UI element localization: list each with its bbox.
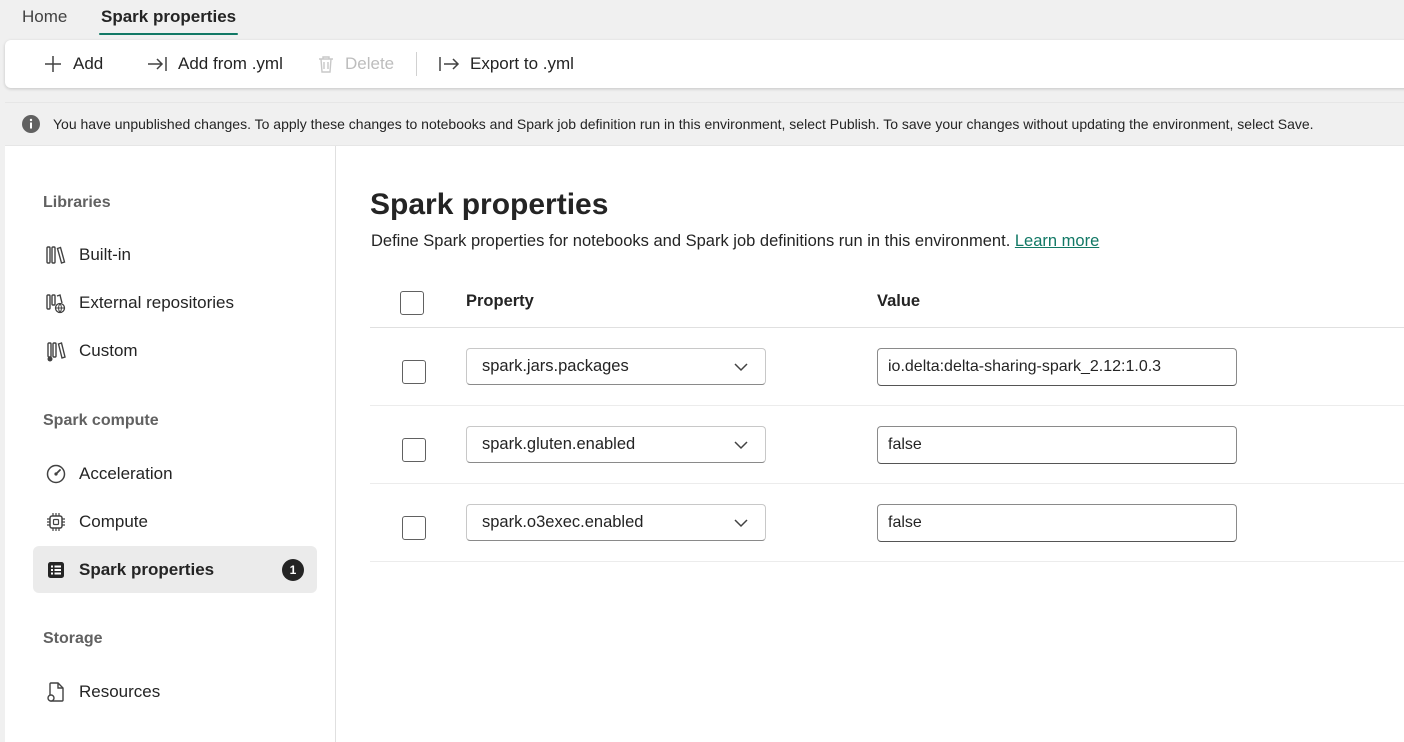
- table-row: spark.jars.packages: [370, 328, 1404, 406]
- property-dropdown[interactable]: spark.o3exec.enabled: [466, 504, 766, 541]
- property-dropdown-value: spark.jars.packages: [482, 357, 629, 375]
- property-dropdown[interactable]: spark.jars.packages: [466, 348, 766, 385]
- property-dropdown-value: spark.o3exec.enabled: [482, 513, 644, 531]
- column-header-property: Property: [466, 292, 534, 310]
- sidebar-item-compute[interactable]: Compute: [33, 498, 317, 545]
- property-dropdown[interactable]: spark.gluten.enabled: [466, 426, 766, 463]
- toolbar-divider: [416, 52, 417, 76]
- column-header-value: Value: [877, 292, 921, 310]
- sidebar-item-acceleration[interactable]: Acceleration: [33, 450, 317, 497]
- page-description: Define Spark properties for notebooks an…: [371, 232, 1099, 251]
- table-row: spark.gluten.enabled: [370, 406, 1404, 484]
- properties-table: Property Value spark.jars.packages spark…: [370, 274, 1404, 562]
- chevron-down-icon: [734, 363, 748, 372]
- value-input[interactable]: [877, 504, 1237, 542]
- delete-button-label: Delete: [345, 54, 395, 73]
- row-checkbox[interactable]: [402, 438, 426, 462]
- sidebar-item-label: Acceleration: [79, 463, 173, 483]
- page-title: Spark properties: [370, 188, 609, 221]
- sidebar-item-external-repositories[interactable]: External repositories: [33, 279, 317, 326]
- add-from-yml-button[interactable]: Add from .yml: [146, 40, 283, 88]
- row-checkbox[interactable]: [402, 360, 426, 384]
- learn-more-link[interactable]: Learn more: [1015, 232, 1099, 250]
- sidebar: Libraries Built-in External repositories…: [5, 146, 336, 742]
- row-checkbox[interactable]: [402, 516, 426, 540]
- table-row: spark.o3exec.enabled: [370, 484, 1404, 562]
- sidebar-item-label: Built-in: [79, 244, 131, 264]
- info-icon: [22, 115, 40, 133]
- select-all-checkbox[interactable]: [400, 291, 424, 315]
- sidebar-item-label: External repositories: [79, 292, 234, 312]
- sidebar-item-label: Resources: [79, 681, 161, 701]
- tab-spark-properties[interactable]: Spark properties: [98, 0, 239, 36]
- main-panel: Libraries Built-in External repositories…: [5, 146, 1404, 742]
- list-icon: [45, 559, 67, 581]
- arrow-export-icon: [439, 57, 460, 71]
- export-to-yml-label: Export to .yml: [470, 54, 574, 73]
- content-area: Spark properties Define Spark properties…: [337, 146, 1404, 742]
- plus-icon: [45, 56, 61, 72]
- table-header: Property Value: [370, 274, 1404, 328]
- sidebar-item-custom[interactable]: Custom: [33, 327, 317, 374]
- arrow-import-icon: [148, 57, 167, 71]
- page-description-text: Define Spark properties for notebooks an…: [371, 232, 1011, 250]
- value-input[interactable]: [877, 426, 1237, 464]
- banner-message: You have unpublished changes. To apply t…: [53, 116, 1314, 132]
- library-custom-icon: [45, 340, 67, 362]
- tab-home[interactable]: Home: [22, 0, 67, 36]
- add-from-yml-label: Add from .yml: [178, 54, 283, 73]
- sidebar-item-built-in[interactable]: Built-in: [33, 231, 317, 278]
- unpublished-changes-banner: You have unpublished changes. To apply t…: [5, 102, 1404, 146]
- trash-icon: [319, 56, 333, 73]
- changes-count-badge: 1: [282, 559, 304, 581]
- export-to-yml-button[interactable]: Export to .yml: [438, 40, 574, 88]
- delete-button[interactable]: Delete: [317, 40, 394, 88]
- sidebar-item-label: Compute: [79, 511, 148, 531]
- sidebar-item-label: Spark properties: [79, 559, 215, 579]
- chevron-down-icon: [734, 519, 748, 528]
- tab-bar: Home Spark properties: [0, 0, 1404, 38]
- library-books-icon: [45, 244, 67, 266]
- property-dropdown-value: spark.gluten.enabled: [482, 435, 636, 453]
- document-icon: [45, 681, 67, 703]
- add-button-label: Add: [73, 54, 104, 73]
- section-title-spark-compute: Spark compute: [43, 412, 159, 429]
- toolbar: Add Add from .yml Delete Export to .yml: [5, 40, 1404, 88]
- sidebar-item-resources[interactable]: Resources: [33, 668, 317, 715]
- sidebar-item-label: Custom: [79, 340, 138, 360]
- section-title-libraries: Libraries: [43, 194, 111, 211]
- add-button[interactable]: Add: [43, 40, 103, 88]
- section-title-storage: Storage: [43, 630, 103, 647]
- chip-icon: [45, 511, 67, 533]
- sidebar-item-spark-properties[interactable]: Spark properties 1: [33, 546, 317, 593]
- value-input[interactable]: [877, 348, 1237, 386]
- chevron-down-icon: [734, 441, 748, 450]
- gauge-icon: [45, 463, 67, 485]
- library-globe-icon: [45, 292, 67, 314]
